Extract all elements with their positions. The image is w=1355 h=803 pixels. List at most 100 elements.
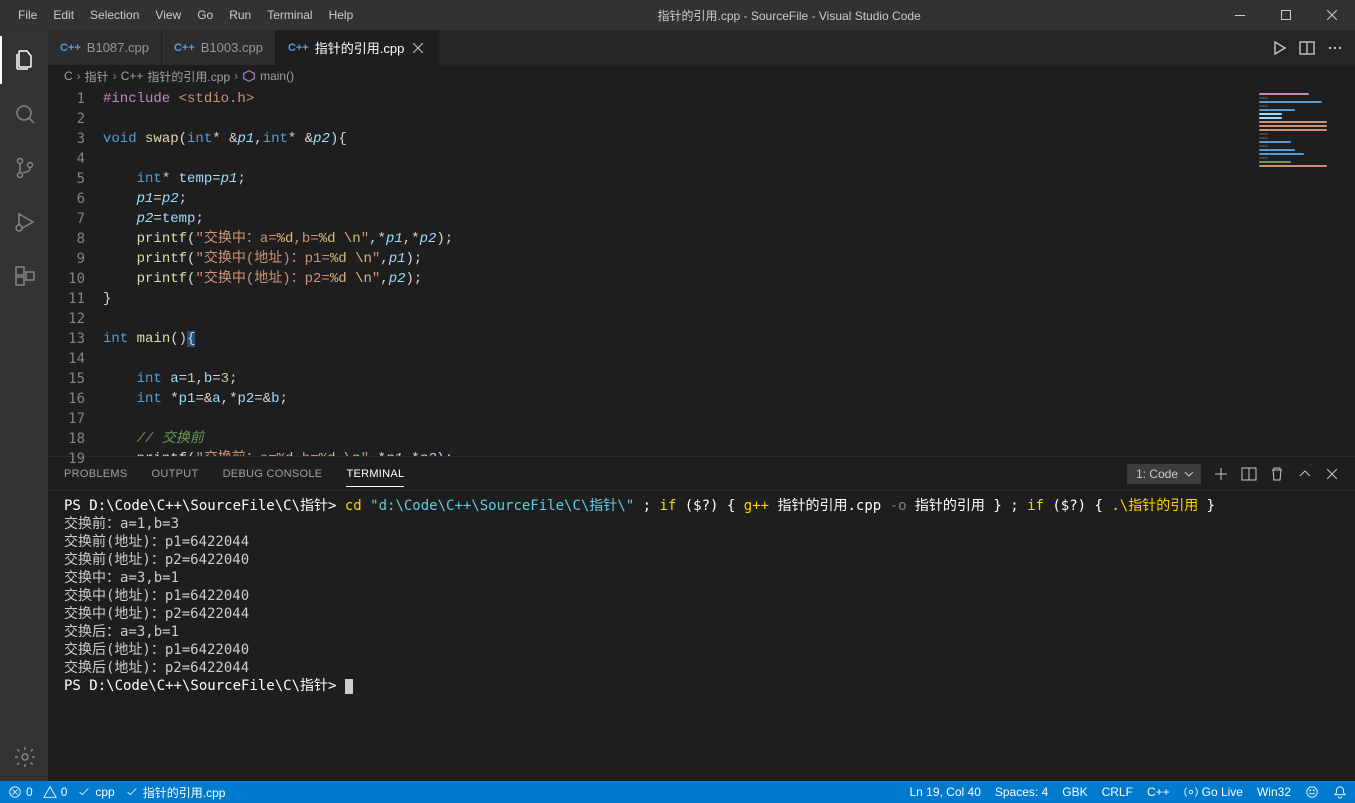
crumb-symbol[interactable]: main()	[242, 69, 294, 83]
play-icon	[1271, 40, 1287, 56]
activity-extensions[interactable]	[0, 252, 48, 300]
panel-tab-problems[interactable]: PROBLEMS	[64, 468, 128, 480]
menu-view[interactable]: View	[147, 8, 189, 22]
tab-label: B1087.cpp	[87, 40, 149, 55]
terminal-output[interactable]: PS D:\Code\C++\SourceFile\C\指针> cd "d:\C…	[48, 491, 1355, 781]
status-spaces[interactable]: Spaces: 4	[995, 785, 1048, 799]
maximize-icon	[1281, 10, 1291, 20]
smiley-icon	[1305, 785, 1319, 799]
tab-b1003[interactable]: C++ B1003.cpp	[162, 30, 276, 65]
code-area[interactable]: #include <stdio.h> void swap(int* &p1,in…	[103, 87, 1235, 456]
panel-tab-output[interactable]: OUTPUT	[152, 468, 199, 480]
minimize-button[interactable]	[1217, 0, 1263, 30]
minimize-icon	[1235, 15, 1245, 16]
menu-go[interactable]: Go	[189, 8, 221, 22]
cpp-icon: C++	[60, 42, 81, 54]
menu-help[interactable]: Help	[321, 8, 362, 22]
status-platform[interactable]: Win32	[1257, 785, 1291, 799]
check-icon	[77, 785, 91, 799]
tab-b1087[interactable]: C++ B1087.cpp	[48, 30, 162, 65]
panel-tabs: PROBLEMS OUTPUT DEBUG CONSOLE TERMINAL 1…	[48, 457, 1355, 491]
error-icon	[8, 785, 22, 799]
tab-close-icon[interactable]	[410, 40, 426, 56]
plus-icon	[1213, 466, 1229, 482]
status-eol[interactable]: CRLF	[1102, 785, 1133, 799]
files-icon	[13, 48, 37, 72]
chevron-up-icon	[1297, 466, 1313, 482]
broadcast-icon	[1184, 785, 1198, 799]
check-icon	[125, 785, 139, 799]
activity-explorer[interactable]	[0, 36, 48, 84]
activity-bar	[0, 30, 48, 781]
tab-label: 指针的引用.cpp	[315, 38, 405, 57]
extensions-icon	[13, 264, 37, 288]
debug-icon	[13, 210, 37, 234]
kill-terminal-button[interactable]	[1269, 466, 1285, 482]
maximize-panel-button[interactable]	[1297, 466, 1313, 482]
panel: PROBLEMS OUTPUT DEBUG CONSOLE TERMINAL 1…	[48, 456, 1355, 781]
close-icon	[1325, 467, 1339, 481]
status-warnings[interactable]: 0	[43, 785, 68, 799]
cpp-icon: C++	[174, 42, 195, 54]
terminal-selector[interactable]: 1: Code	[1127, 464, 1201, 484]
menu-edit[interactable]: Edit	[45, 8, 82, 22]
terminal-selector-label: 1: Code	[1136, 467, 1178, 481]
activity-search[interactable]	[0, 90, 48, 138]
menu-terminal[interactable]: Terminal	[259, 8, 320, 22]
crumb-folder[interactable]: 指针	[85, 68, 109, 85]
chevron-right-icon: ›	[234, 69, 238, 83]
crumb-folder[interactable]: C	[64, 69, 73, 83]
activity-settings[interactable]	[0, 733, 48, 781]
status-file-check[interactable]: 指针的引用.cpp	[125, 784, 226, 801]
editor[interactable]: 12345678910111213141516171819 #include <…	[48, 87, 1355, 456]
menu-file[interactable]: File	[10, 8, 45, 22]
chevron-right-icon: ›	[113, 69, 117, 83]
editor-actions	[1271, 30, 1355, 65]
window-controls	[1217, 0, 1355, 30]
panel-tab-terminal[interactable]: TERMINAL	[346, 468, 404, 487]
new-terminal-button[interactable]	[1213, 466, 1229, 482]
trash-icon	[1269, 466, 1285, 482]
close-button[interactable]	[1309, 0, 1355, 30]
cpp-icon: C++	[121, 69, 144, 83]
line-numbers: 12345678910111213141516171819	[48, 87, 103, 456]
crumb-file[interactable]: C++ 指针的引用.cpp	[121, 68, 230, 85]
method-icon	[242, 69, 256, 83]
warning-icon	[43, 785, 57, 799]
branch-icon	[13, 156, 37, 180]
status-cursor[interactable]: Ln 19, Col 40	[909, 785, 980, 799]
menu-selection[interactable]: Selection	[82, 8, 147, 22]
activity-run-debug[interactable]	[0, 198, 48, 246]
status-feedback[interactable]	[1305, 785, 1319, 799]
ellipsis-icon	[1327, 40, 1343, 56]
status-lang-check[interactable]: cpp	[77, 785, 114, 799]
status-language[interactable]: C++	[1147, 785, 1170, 799]
status-golive[interactable]: Go Live	[1184, 785, 1243, 799]
breadcrumb[interactable]: C › 指针 › C++ 指针的引用.cpp › main()	[48, 65, 1355, 87]
minimap[interactable]	[1235, 87, 1355, 456]
chevron-down-icon	[1184, 469, 1194, 479]
status-encoding[interactable]: GBK	[1062, 785, 1087, 799]
titlebar: File Edit Selection View Go Run Terminal…	[0, 0, 1355, 30]
editor-tabs: C++ B1087.cpp C++ B1003.cpp C++ 指针的引用.cp…	[48, 30, 1355, 65]
gear-icon	[13, 745, 37, 769]
close-panel-button[interactable]	[1325, 467, 1339, 481]
activity-source-control[interactable]	[0, 144, 48, 192]
window-title: 指针的引用.cpp - SourceFile - Visual Studio C…	[361, 7, 1217, 24]
search-icon	[13, 102, 37, 126]
panel-tab-debug-console[interactable]: DEBUG CONSOLE	[223, 468, 323, 480]
split-icon	[1299, 40, 1315, 56]
close-icon	[1327, 10, 1337, 20]
status-errors[interactable]: 0	[8, 785, 33, 799]
tab-active[interactable]: C++ 指针的引用.cpp	[276, 30, 439, 65]
split-icon	[1241, 466, 1257, 482]
menu-run[interactable]: Run	[221, 8, 259, 22]
split-editor-button[interactable]	[1299, 40, 1315, 56]
cpp-icon: C++	[288, 42, 309, 54]
more-actions-button[interactable]	[1327, 40, 1343, 56]
split-terminal-button[interactable]	[1241, 466, 1257, 482]
maximize-button[interactable]	[1263, 0, 1309, 30]
run-button[interactable]	[1271, 40, 1287, 56]
status-notifications[interactable]	[1333, 785, 1347, 799]
chevron-right-icon: ›	[77, 69, 81, 83]
